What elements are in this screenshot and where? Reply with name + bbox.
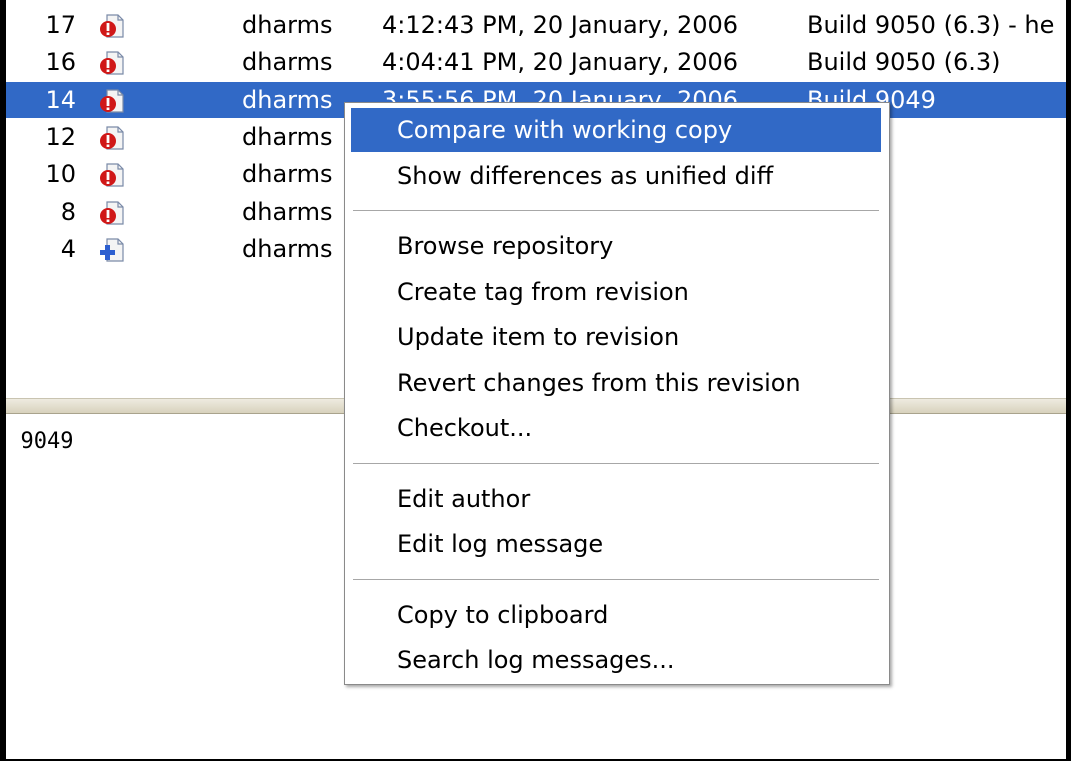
date-cell: 4:04:41 PM, 20 January, 2006 xyxy=(382,48,739,76)
menu-separator xyxy=(353,578,879,581)
modified-revision-icon xyxy=(98,49,126,77)
menu-separator xyxy=(353,210,879,212)
revision-number: 12 xyxy=(45,123,76,151)
message-cell: Build 9050 (6.3) xyxy=(807,48,1001,76)
modified-revision-icon xyxy=(98,12,126,40)
menu-item-create-tag-from-revision[interactable]: Create tag from revision xyxy=(351,270,881,314)
menu-item-compare-with-working-copy[interactable]: Compare with working copy xyxy=(351,108,881,152)
date-cell: 4:12:43 PM, 20 January, 2006 xyxy=(382,11,739,39)
modified-revision-icon xyxy=(98,124,126,152)
menu-item-browse-repository[interactable]: Browse repository xyxy=(351,224,881,268)
revision-number: 14 xyxy=(45,86,76,114)
menu-separator xyxy=(353,462,879,465)
author-cell: dharms xyxy=(242,160,333,188)
context-menu: Compare with working copy Show difference… xyxy=(344,102,890,685)
log-message-detail: d 9049 xyxy=(0,429,74,454)
added-revision-icon xyxy=(98,236,126,264)
author-cell: dharms xyxy=(242,86,333,114)
menu-item-search-log-messages[interactable]: Search log messages... xyxy=(351,638,881,682)
menu-item-revert-changes-from-this-revision[interactable]: Revert changes from this revision xyxy=(351,361,881,405)
menu-item-update-item-to-revision[interactable]: Update item to revision xyxy=(351,315,881,359)
log-row-17[interactable]: 17 dharms 4:12:43 PM, 20 January, 2006 Buil… xyxy=(6,7,1066,43)
revision-number: 16 xyxy=(45,48,76,76)
revision-number: 10 xyxy=(45,160,76,188)
author-cell: dharms xyxy=(242,235,333,263)
log-row-16[interactable]: 16 dharms 4:04:41 PM, 20 January, 2006 Buil… xyxy=(6,44,1066,80)
menu-item-show-differences-as-unified-diff[interactable]: Show differences as unified diff xyxy=(351,154,881,198)
author-cell: dharms xyxy=(242,11,333,39)
menu-item-copy-to-clipboard[interactable]: Copy to clipboard xyxy=(351,593,881,637)
modified-revision-icon xyxy=(98,161,126,189)
menu-item-edit-author[interactable]: Edit author xyxy=(351,477,881,521)
modified-revision-icon xyxy=(98,199,126,227)
revision-number: 4 xyxy=(60,235,76,263)
author-cell: dharms xyxy=(242,123,333,151)
revision-number: 8 xyxy=(60,198,76,226)
revision-number: 17 xyxy=(45,11,76,39)
author-cell: dharms xyxy=(242,198,333,226)
menu-item-checkout[interactable]: Checkout... xyxy=(351,406,881,450)
message-cell: Build 9050 (6.3) - he xyxy=(807,11,1055,39)
author-cell: dharms xyxy=(242,48,333,76)
menu-item-edit-log-message[interactable]: Edit log message xyxy=(351,522,881,566)
modified-revision-icon xyxy=(98,87,126,115)
